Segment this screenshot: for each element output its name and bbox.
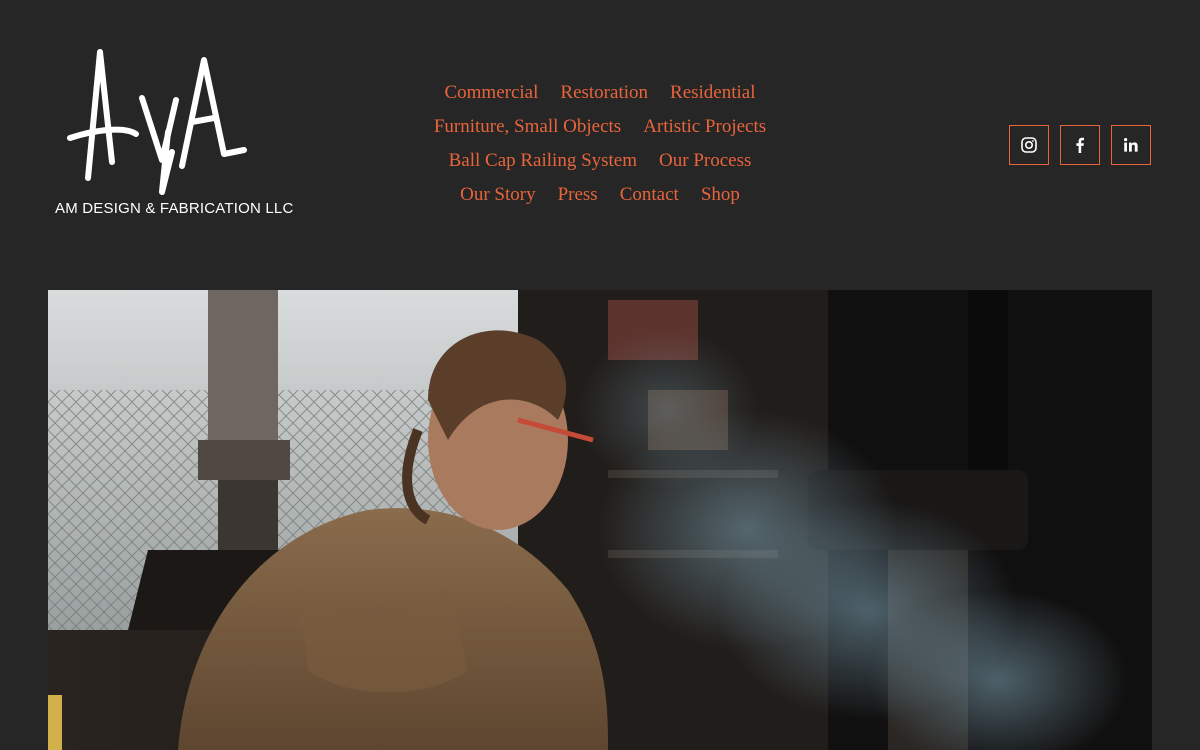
facebook-button[interactable] [1060, 125, 1100, 165]
nav-link-our-process[interactable]: Our Process [659, 150, 751, 172]
nav-link-restoration[interactable]: Restoration [560, 82, 648, 104]
hero-image [48, 290, 1152, 750]
linkedin-icon [1124, 138, 1138, 152]
nav-row: Ball Cap Railing System Our Process [380, 144, 820, 178]
logo-mark-icon [67, 49, 247, 195]
company-name: AM DESIGN & FABRICATION LLC [55, 200, 294, 217]
main-navigation: Commercial Restoration Residential Furni… [380, 76, 820, 212]
nav-link-ball-cap-railing-system[interactable]: Ball Cap Railing System [449, 150, 637, 172]
site-logo[interactable]: AM DESIGN & FABRICATION LLC [50, 40, 300, 225]
nav-row: Furniture, Small Objects Artistic Projec… [380, 110, 820, 144]
nav-link-our-story[interactable]: Our Story [460, 184, 535, 206]
site-header: AM DESIGN & FABRICATION LLC Commercial R… [0, 0, 1200, 290]
nav-link-furniture-small-objects[interactable]: Furniture, Small Objects [434, 116, 621, 138]
nav-link-shop[interactable]: Shop [701, 184, 740, 206]
nav-link-artistic-projects[interactable]: Artistic Projects [643, 116, 766, 138]
nav-link-commercial[interactable]: Commercial [444, 82, 538, 104]
instagram-button[interactable] [1009, 125, 1049, 165]
nav-link-contact[interactable]: Contact [620, 184, 679, 206]
hero-photo [48, 290, 1152, 750]
social-links [1009, 125, 1151, 165]
instagram-icon [1021, 137, 1037, 153]
nav-row: Commercial Restoration Residential [380, 76, 820, 110]
nav-link-residential[interactable]: Residential [670, 82, 755, 104]
nav-link-press[interactable]: Press [558, 184, 598, 206]
nav-row: Our Story Press Contact Shop [380, 178, 820, 212]
facebook-icon [1076, 137, 1084, 153]
linkedin-button[interactable] [1111, 125, 1151, 165]
